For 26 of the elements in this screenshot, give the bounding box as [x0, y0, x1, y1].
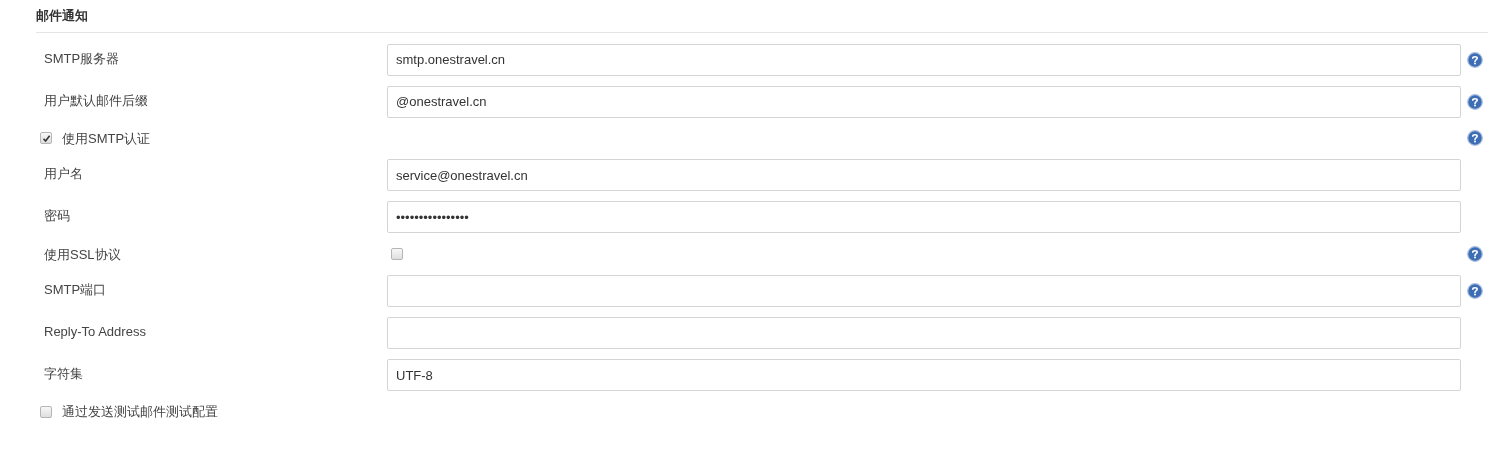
help-icon[interactable] — [1467, 130, 1483, 147]
field-label: 通过发送测试邮件测试配置 — [62, 403, 218, 421]
field-label: SMTP端口 — [44, 282, 107, 297]
checkbox[interactable] — [40, 405, 52, 418]
field-label: 使用SSL协议 — [44, 247, 121, 262]
input-field[interactable]: service@onestravel.cn — [387, 159, 1461, 191]
field-label: Reply-To Address — [44, 324, 146, 339]
field-label: 密码 — [44, 208, 70, 223]
field-label: 用户名 — [44, 166, 83, 181]
checkbox[interactable] — [40, 132, 52, 145]
field-label: 字符集 — [44, 366, 83, 381]
help-icon[interactable] — [1467, 283, 1483, 299]
help-icon[interactable] — [1467, 51, 1483, 68]
field-label: 使用SMTP认证 — [62, 129, 151, 148]
section-title: 邮件通知 — [36, 7, 88, 25]
input-field[interactable]: UTF-8 — [387, 359, 1461, 391]
input-field[interactable] — [387, 275, 1461, 307]
field-label: 用户默认邮件后缀 — [44, 92, 148, 108]
input-field[interactable]: smtp.onestravel.cn — [387, 43, 1461, 76]
help-icon[interactable] — [1467, 246, 1483, 262]
field-label: SMTP服务器 — [44, 50, 120, 66]
help-icon[interactable] — [1467, 93, 1483, 110]
input-field[interactable] — [387, 317, 1461, 349]
input-field[interactable]: •••••••••••••••• — [387, 201, 1461, 233]
checkbox[interactable] — [391, 248, 403, 260]
input-field[interactable]: @onestravel.cn — [387, 85, 1461, 118]
